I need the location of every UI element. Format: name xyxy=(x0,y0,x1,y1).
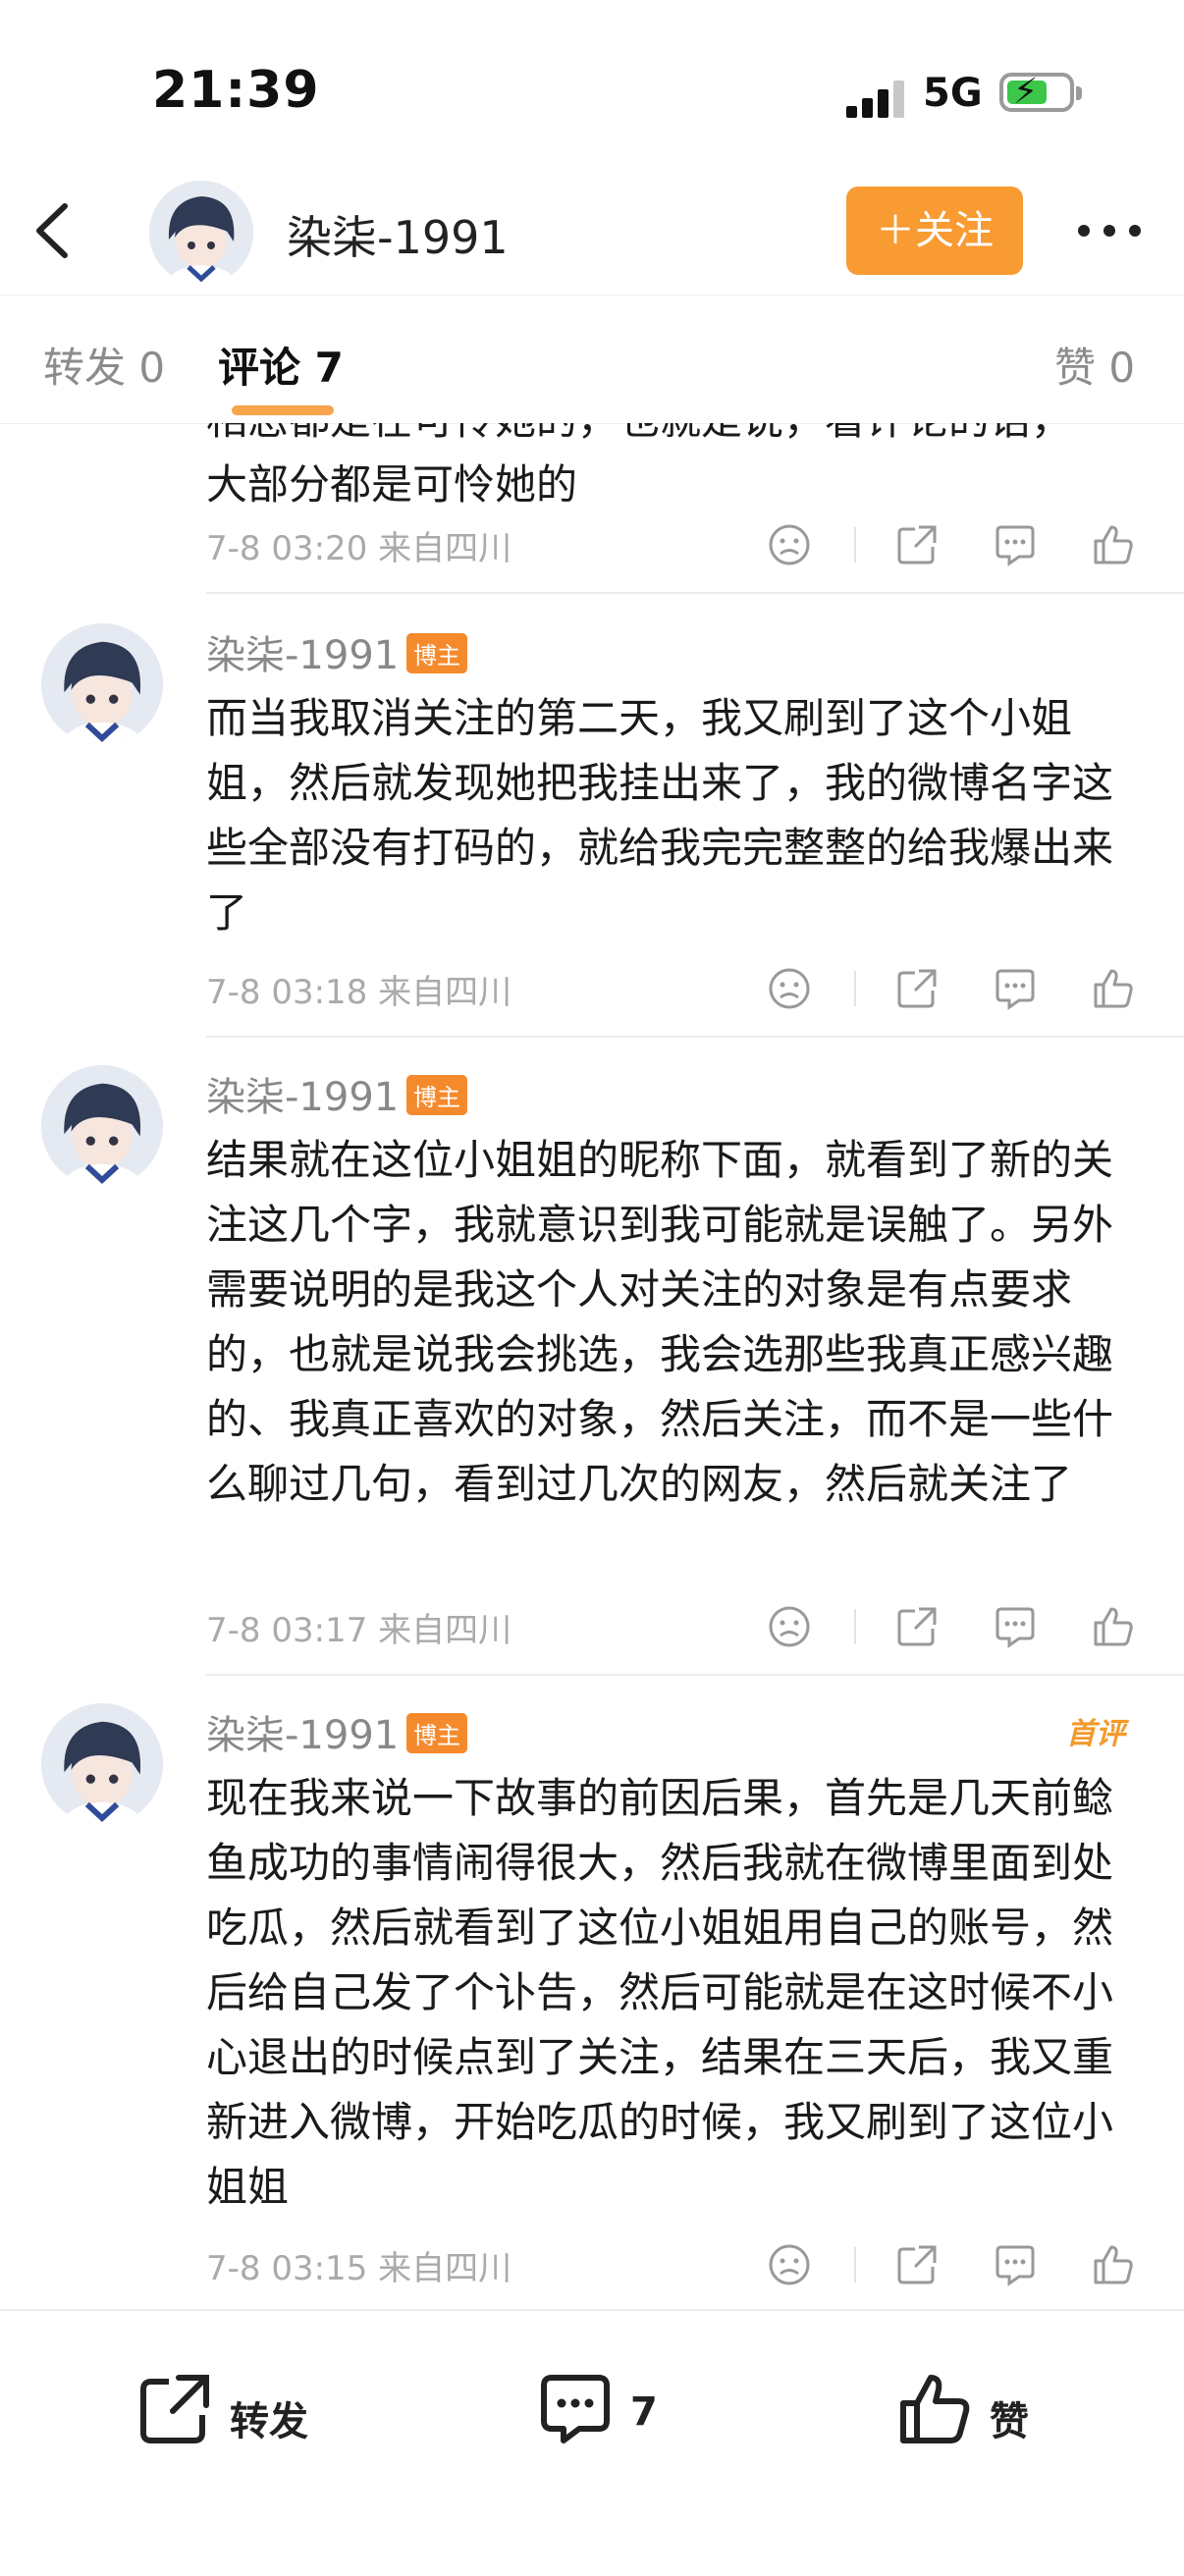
tab-repost[interactable]: 转发 0 xyxy=(43,335,165,395)
status-time: 21:39 xyxy=(152,61,320,120)
comment-text: 而当我取消关注的第二天，我又刷到了这个小姐姐，然后就发现她把我挂出来了，我的微博… xyxy=(206,694,1114,937)
comment-location: 来自四川 xyxy=(378,1611,512,1650)
like-label: 赞 xyxy=(990,2399,1029,2444)
comment-location: 来自四川 xyxy=(378,529,512,568)
comment-text-line: 相恋都是在可怜她的，也就是说，看评论的话， xyxy=(206,423,1149,453)
comment-location: 来自四川 xyxy=(378,973,512,1012)
avatar[interactable] xyxy=(149,181,253,285)
tab-likes[interactable]: 赞 0 xyxy=(1054,335,1135,395)
comment-username[interactable]: 染柒-1991 xyxy=(206,1065,399,1122)
status-bar: 21:39 5G ⚡ xyxy=(0,0,1184,167)
like-icon[interactable] xyxy=(1090,965,1137,1012)
like-icon[interactable] xyxy=(1090,2241,1137,2288)
comment-button[interactable]: 7 xyxy=(536,2370,693,2458)
like-icon[interactable] xyxy=(1090,1603,1137,1650)
post-header: 染柒-1991 ＋关注 xyxy=(0,167,1184,295)
comment-meta: 7-8 03:18 来自四川 xyxy=(206,965,511,1013)
back-button[interactable] xyxy=(29,196,88,265)
dislike-icon[interactable] xyxy=(766,521,813,568)
comment-divider xyxy=(206,592,1184,594)
follow-button[interactable]: ＋关注 xyxy=(846,187,1023,275)
author-badge: 博主 xyxy=(406,633,467,673)
tab-bar: 转发 0 评论 7 赞 0 xyxy=(0,295,1184,424)
reply-icon[interactable] xyxy=(992,1603,1039,1650)
action-divider xyxy=(854,1609,856,1644)
comment-meta: 7-8 03:15 来自四川 xyxy=(206,2241,511,2289)
comment-divider xyxy=(206,1036,1184,1038)
bottom-action-bar: 转发 7 赞 xyxy=(0,2309,1184,2576)
comment-meta: 7-8 03:17 来自四川 xyxy=(206,1603,511,1651)
action-divider xyxy=(854,971,856,1006)
comment-meta: 7-8 03:20 来自四川 xyxy=(206,521,511,569)
reply-icon[interactable] xyxy=(992,2241,1039,2288)
more-options-button[interactable] xyxy=(1070,206,1149,255)
avatar[interactable] xyxy=(41,623,163,745)
avatar[interactable] xyxy=(41,1065,163,1187)
comment-username[interactable]: 染柒-1991 xyxy=(206,1703,399,1760)
tab-comments[interactable]: 评论 7 xyxy=(218,335,344,395)
comment-username[interactable]: 染柒-1991 xyxy=(206,623,399,680)
repost-icon xyxy=(140,2375,209,2443)
share-icon[interactable] xyxy=(893,521,941,568)
repost-label: 转发 xyxy=(230,2399,308,2444)
action-divider xyxy=(854,527,856,563)
comment-time: 7-8 03:18 xyxy=(206,973,368,1012)
share-icon[interactable] xyxy=(893,2241,941,2288)
comment-time: 7-8 03:17 xyxy=(206,1611,368,1650)
reply-icon[interactable] xyxy=(992,521,1039,568)
battery-charging-icon: ⚡ xyxy=(999,73,1082,112)
more-dots-icon xyxy=(1078,225,1141,237)
author-badge: 博主 xyxy=(406,1713,467,1753)
author-badge: 博主 xyxy=(406,1075,467,1115)
header-username[interactable]: 染柒-1991 xyxy=(287,202,509,267)
share-icon[interactable] xyxy=(893,965,941,1012)
signal-icon xyxy=(846,79,905,118)
comment-text: 结果就在这位小姐姐的昵称下面，就看到了新的关注这几个字，我就意识到我可能就是误触… xyxy=(206,1136,1114,1508)
dislike-icon[interactable] xyxy=(766,965,813,1012)
comment-list: 相恋都是在可怜她的，也就是说，看评论的话， 大部分都是可怜她的 7-8 03:2… xyxy=(0,423,1184,2308)
comment-text-line: 大部分都是可怜她的 xyxy=(206,460,578,509)
first-comment-tag: 首评 xyxy=(1066,1717,1125,1751)
comment-text: 现在我来说一下故事的前因后果，首先是几天前鲶鱼成功的事情闹得很大，然后我就在微博… xyxy=(206,1774,1114,2211)
like-button[interactable]: 赞 xyxy=(895,2370,1052,2458)
action-divider xyxy=(854,2247,856,2282)
network-type: 5G xyxy=(923,71,983,116)
like-icon[interactable] xyxy=(1090,521,1137,568)
comment-actions xyxy=(766,2241,1139,2290)
comment-actions xyxy=(766,521,1139,570)
share-icon[interactable] xyxy=(893,1603,941,1650)
chevron-left-icon xyxy=(36,203,68,258)
repost-button[interactable]: 转发 xyxy=(135,2370,332,2458)
dislike-icon[interactable] xyxy=(766,2241,813,2288)
active-tab-indicator xyxy=(232,405,334,415)
comment-actions xyxy=(766,965,1139,1014)
dislike-icon[interactable] xyxy=(766,1603,813,1650)
comment-text-partial: 相恋都是在可怜她的，也就是说，看评论的话， 大部分都是可怜她的 xyxy=(206,423,1149,517)
comment-icon xyxy=(541,2375,610,2443)
comment-time: 7-8 03:20 xyxy=(206,529,368,568)
reply-icon[interactable] xyxy=(992,965,1039,1012)
thumbs-up-icon xyxy=(900,2375,970,2443)
avatar[interactable] xyxy=(41,1703,163,1825)
comment-count: 7 xyxy=(630,2389,658,2435)
comment-time: 7-8 03:15 xyxy=(206,2249,368,2288)
comment-actions xyxy=(766,1603,1139,1652)
comment-location: 来自四川 xyxy=(378,2249,512,2288)
comment-divider xyxy=(206,1674,1184,1676)
